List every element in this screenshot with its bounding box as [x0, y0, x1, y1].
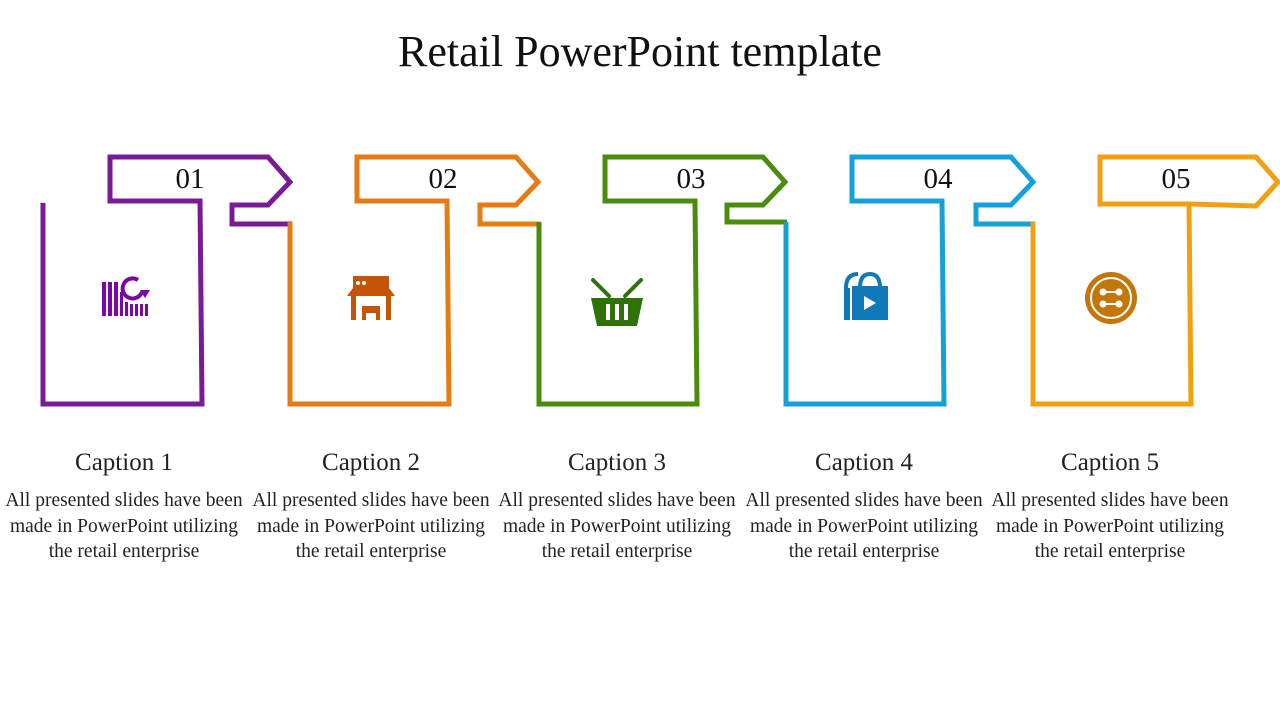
step-number-3: 03: [676, 163, 706, 195]
caption-title-3: Caption 3: [568, 449, 666, 476]
barcode-refresh-icon: [102, 276, 150, 316]
caption-block-2: Caption 2 All presented slides have been…: [251, 448, 491, 565]
caption-block-5: Caption 5 All presented slides have been…: [990, 448, 1230, 565]
shopping-basket-icon: [591, 278, 643, 326]
caption-body-4: All presented slides have been made in P…: [745, 490, 983, 562]
store-front-icon: [347, 276, 395, 320]
caption-title-5: Caption 5: [1061, 449, 1159, 476]
caption-body-3: All presented slides have been made in P…: [498, 490, 736, 562]
caption-body-5: All presented slides have been made in P…: [991, 490, 1229, 562]
caption-body-2: All presented slides have been made in P…: [252, 490, 490, 562]
caption-block-4: Caption 4 All presented slides have been…: [744, 448, 984, 565]
step-number-5: 05: [1161, 163, 1191, 195]
caption-block-3: Caption 3 All presented slides have been…: [497, 448, 737, 565]
caption-title-2: Caption 2: [322, 449, 420, 476]
button-icon: [1085, 272, 1137, 324]
step-outlines: [40, 154, 1280, 407]
step-number-2: 02: [428, 163, 458, 195]
step-number-1: 01: [175, 163, 205, 195]
caption-title-4: Caption 4: [815, 449, 913, 476]
shopping-bag-play-icon: [844, 271, 888, 320]
step-number-4: 04: [923, 163, 953, 195]
caption-title-1: Caption 1: [75, 449, 173, 476]
caption-block-1: Caption 1 All presented slides have been…: [4, 448, 244, 565]
caption-body-1: All presented slides have been made in P…: [5, 490, 243, 562]
